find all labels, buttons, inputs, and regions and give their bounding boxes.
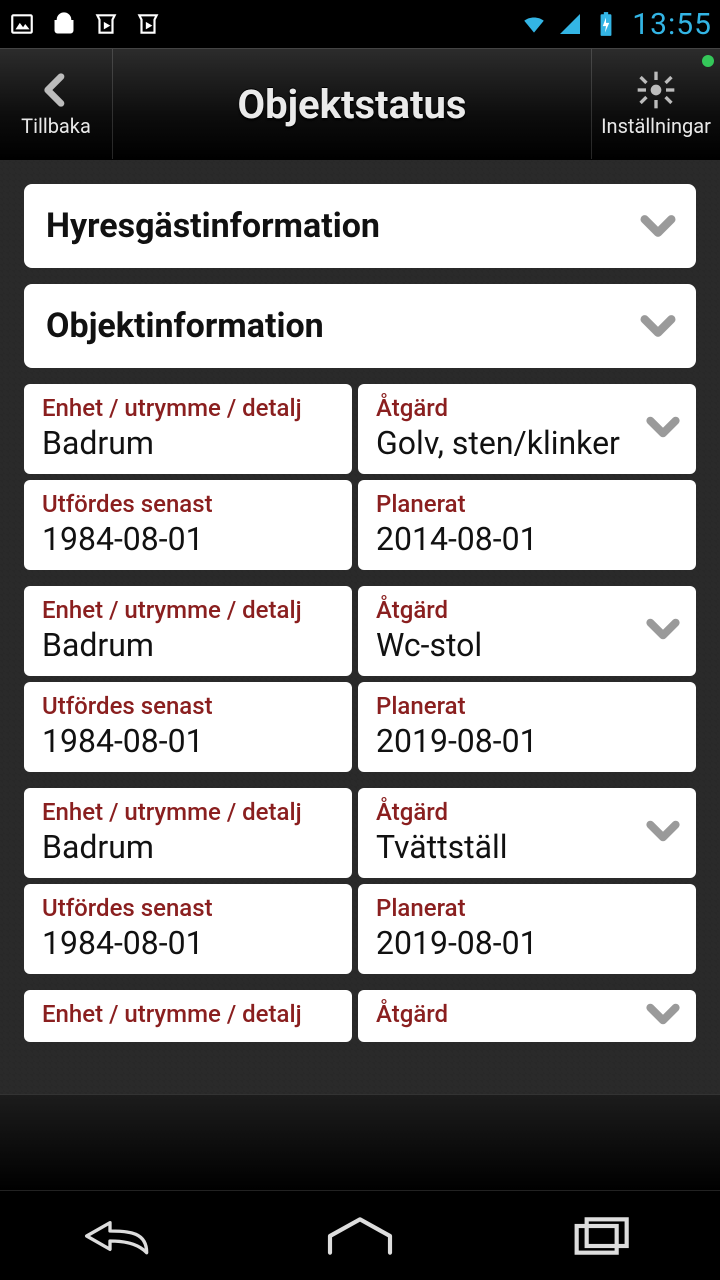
object-info-panel[interactable]: Objektinformation	[24, 284, 696, 368]
planned-value: 2019-08-01	[376, 924, 678, 962]
nav-recent-button[interactable]	[540, 1206, 660, 1266]
last-done-value: 1984-08-01	[42, 924, 334, 962]
record-item[interactable]: Enhet / utrymme / detalj Badrum Åtgärd G…	[24, 384, 696, 570]
unit-value: Badrum	[42, 828, 334, 866]
chevron-down-icon	[644, 812, 682, 854]
settings-button[interactable]: Inställningar	[592, 49, 720, 159]
android-icon	[50, 10, 78, 38]
tenant-info-title: Hyresgästinformation	[46, 206, 380, 246]
wifi-icon	[520, 10, 548, 38]
last-done-value: 1984-08-01	[42, 520, 334, 558]
chevron-down-icon	[644, 408, 682, 450]
tenant-info-panel[interactable]: Hyresgästinformation	[24, 184, 696, 268]
bottom-action-bar	[0, 1094, 720, 1190]
nav-back-button[interactable]	[60, 1206, 180, 1266]
nav-home-button[interactable]	[300, 1206, 420, 1266]
picture-icon	[8, 10, 36, 38]
planned-value: 2019-08-01	[376, 722, 678, 760]
action-value: Golv, sten/klinker	[376, 424, 678, 462]
page-title: Objektstatus	[113, 49, 591, 159]
planned-label: Planerat	[376, 692, 678, 720]
last-done-label: Utfördes senast	[42, 692, 334, 720]
notification-dot-icon	[702, 55, 714, 67]
unit-value: Badrum	[42, 626, 334, 664]
chevron-left-icon	[36, 70, 76, 110]
planned-cell: Planerat 2014-08-01	[358, 480, 696, 570]
action-value: Wc-stol	[376, 626, 678, 664]
back-button[interactable]: Tillbaka	[0, 49, 112, 159]
battery-icon	[592, 10, 620, 38]
status-clock: 13:55	[632, 7, 712, 42]
action-cell: Åtgärd Wc-stol	[358, 586, 696, 676]
chevron-down-icon	[644, 995, 682, 1037]
action-cell: Åtgärd Golv, sten/klinker	[358, 384, 696, 474]
chevron-down-icon	[638, 306, 678, 346]
signal-icon	[556, 10, 584, 38]
gear-icon	[636, 70, 676, 110]
unit-label: Enhet / utrymme / detalj	[42, 798, 334, 826]
unit-cell: Enhet / utrymme / detalj Badrum	[24, 384, 352, 474]
action-label: Åtgärd	[376, 1000, 678, 1028]
unit-label: Enhet / utrymme / detalj	[42, 1000, 334, 1028]
last-done-cell: Utfördes senast 1984-08-01	[24, 682, 352, 772]
unit-value: Badrum	[42, 424, 334, 462]
chevron-down-icon	[644, 610, 682, 652]
play-store-icon	[92, 10, 120, 38]
unit-cell: Enhet / utrymme / detalj Badrum	[24, 788, 352, 878]
object-info-title: Objektinformation	[46, 306, 324, 346]
last-done-label: Utfördes senast	[42, 894, 334, 922]
action-cell: Åtgärd Tvättställ	[358, 788, 696, 878]
chevron-down-icon	[638, 206, 678, 246]
action-label: Åtgärd	[376, 394, 678, 422]
last-done-label: Utfördes senast	[42, 490, 334, 518]
android-status-bar: 13:55	[0, 0, 720, 48]
action-cell: Åtgärd	[358, 990, 696, 1042]
settings-label: Inställningar	[601, 114, 711, 138]
content-scroll[interactable]: Hyresgästinformation Objektinformation E…	[0, 160, 720, 1094]
action-label: Åtgärd	[376, 596, 678, 624]
last-done-cell: Utfördes senast 1984-08-01	[24, 480, 352, 570]
planned-label: Planerat	[376, 490, 678, 518]
unit-cell: Enhet / utrymme / detalj	[24, 990, 352, 1042]
record-item[interactable]: Enhet / utrymme / detalj Åtgärd	[24, 990, 696, 1042]
last-done-cell: Utfördes senast 1984-08-01	[24, 884, 352, 974]
planned-value: 2014-08-01	[376, 520, 678, 558]
unit-label: Enhet / utrymme / detalj	[42, 596, 334, 624]
unit-cell: Enhet / utrymme / detalj Badrum	[24, 586, 352, 676]
planned-cell: Planerat 2019-08-01	[358, 884, 696, 974]
planned-cell: Planerat 2019-08-01	[358, 682, 696, 772]
android-nav-bar	[0, 1190, 720, 1280]
unit-label: Enhet / utrymme / detalj	[42, 394, 334, 422]
play-store-icon-2	[134, 10, 162, 38]
back-icon	[80, 1216, 160, 1256]
action-value: Tvättställ	[376, 828, 678, 866]
recent-apps-icon	[560, 1216, 640, 1256]
home-icon	[320, 1216, 400, 1256]
record-item[interactable]: Enhet / utrymme / detalj Badrum Åtgärd W…	[24, 586, 696, 772]
planned-label: Planerat	[376, 894, 678, 922]
record-item[interactable]: Enhet / utrymme / detalj Badrum Åtgärd T…	[24, 788, 696, 974]
action-label: Åtgärd	[376, 798, 678, 826]
app-toolbar: Tillbaka Objektstatus Inställningar	[0, 48, 720, 160]
last-done-value: 1984-08-01	[42, 722, 334, 760]
back-label: Tillbaka	[21, 114, 91, 138]
